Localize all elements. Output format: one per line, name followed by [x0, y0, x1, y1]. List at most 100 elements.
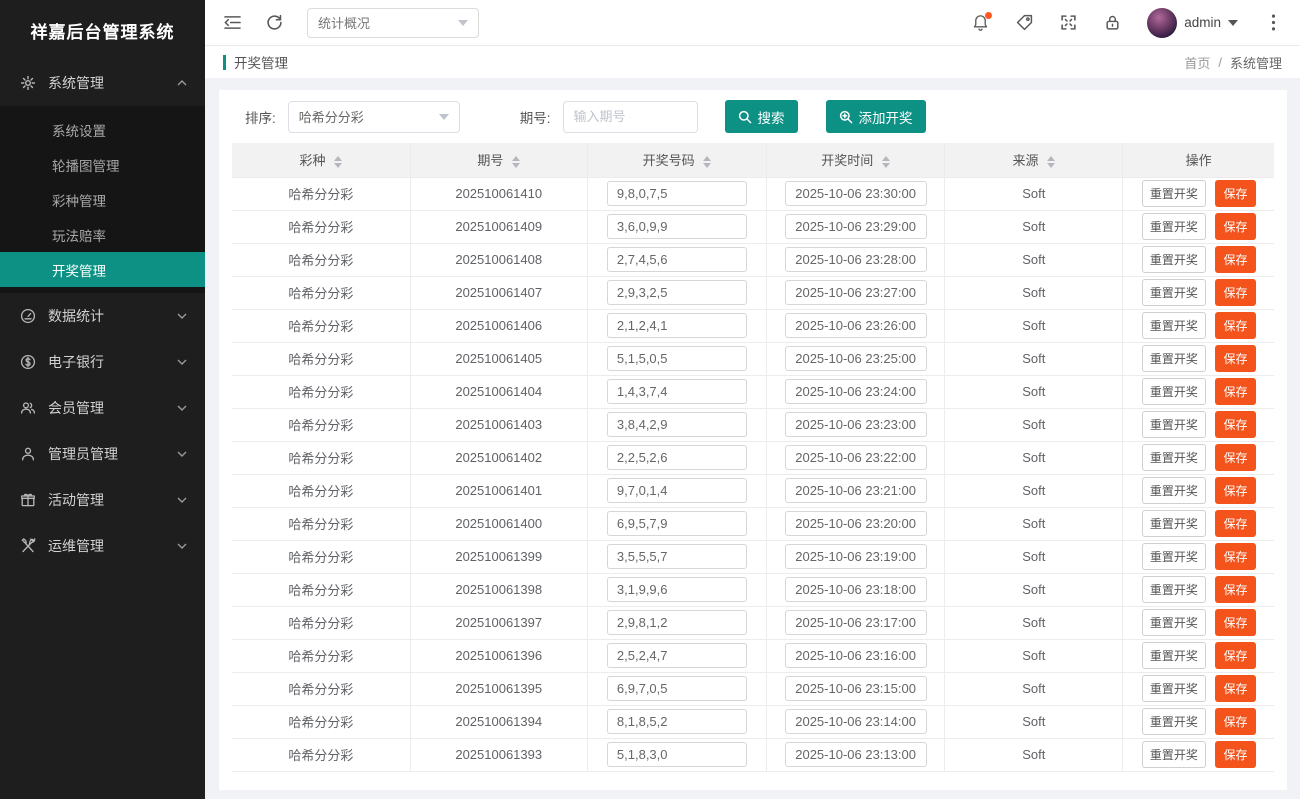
draw-numbers-input[interactable]	[607, 511, 747, 536]
draw-time-input[interactable]	[785, 676, 927, 701]
reset-draw-button[interactable]: 重置开奖	[1142, 741, 1206, 768]
draw-numbers-input[interactable]	[607, 577, 747, 602]
reset-draw-button[interactable]: 重置开奖	[1142, 411, 1206, 438]
draw-time-input[interactable]	[785, 478, 927, 503]
draw-numbers-input[interactable]	[607, 478, 747, 503]
avatar[interactable]	[1147, 8, 1177, 38]
draw-numbers-input[interactable]	[607, 742, 747, 767]
save-button[interactable]: 保存	[1215, 510, 1255, 537]
draw-numbers-input[interactable]	[607, 181, 747, 206]
sidebar-item-system-settings[interactable]: 系统设置	[0, 112, 205, 147]
more-vertical-icon[interactable]	[1264, 14, 1282, 32]
draw-time-input[interactable]	[785, 181, 927, 206]
reset-draw-button[interactable]: 重置开奖	[1142, 213, 1206, 240]
save-button[interactable]: 保存	[1215, 345, 1255, 372]
draw-numbers-input[interactable]	[607, 445, 747, 470]
draw-time-input[interactable]	[785, 214, 927, 239]
draw-numbers-input[interactable]	[607, 214, 747, 239]
draw-time-input[interactable]	[785, 544, 927, 569]
draw-numbers-input[interactable]	[607, 709, 747, 734]
draw-time-input[interactable]	[785, 247, 927, 272]
draw-time-input[interactable]	[785, 709, 927, 734]
sidebar-group-ebank[interactable]: 电子银行	[0, 339, 205, 385]
sidebar-group-ops[interactable]: 运维管理	[0, 523, 205, 569]
save-button[interactable]: 保存	[1215, 246, 1255, 273]
col-header-time[interactable]: 开奖时间	[767, 143, 945, 177]
lock-icon[interactable]	[1103, 14, 1121, 32]
bell-icon[interactable]	[971, 14, 989, 32]
breadcrumb-home[interactable]: 首页	[1184, 53, 1210, 72]
draw-numbers-input[interactable]	[607, 280, 747, 305]
fullscreen-icon[interactable]	[1059, 14, 1077, 32]
sidebar-group-system[interactable]: 系统管理	[0, 60, 205, 106]
save-button[interactable]: 保存	[1215, 378, 1255, 405]
reset-draw-button[interactable]: 重置开奖	[1142, 180, 1206, 207]
sidebar-group-members[interactable]: 会员管理	[0, 385, 205, 431]
sidebar-group-statistics[interactable]: 数据统计	[0, 293, 205, 339]
draw-time-input[interactable]	[785, 610, 927, 635]
search-button[interactable]: 搜索	[725, 100, 798, 133]
draw-time-input[interactable]	[785, 280, 927, 305]
reset-draw-button[interactable]: 重置开奖	[1142, 444, 1206, 471]
sidebar-group-activities[interactable]: 活动管理	[0, 477, 205, 523]
menu-fold-icon[interactable]	[223, 14, 241, 32]
col-header-lottery[interactable]: 彩种	[232, 143, 410, 177]
reset-draw-button[interactable]: 重置开奖	[1142, 246, 1206, 273]
col-header-source[interactable]: 来源	[945, 143, 1123, 177]
reset-draw-button[interactable]: 重置开奖	[1142, 708, 1206, 735]
draw-numbers-input[interactable]	[607, 412, 747, 437]
save-button[interactable]: 保存	[1215, 411, 1255, 438]
reset-draw-button[interactable]: 重置开奖	[1142, 543, 1206, 570]
refresh-icon[interactable]	[265, 14, 283, 32]
period-input[interactable]	[563, 101, 698, 133]
reset-draw-button[interactable]: 重置开奖	[1142, 510, 1206, 537]
save-button[interactable]: 保存	[1215, 741, 1255, 768]
draw-time-input[interactable]	[785, 577, 927, 602]
save-button[interactable]: 保存	[1215, 213, 1255, 240]
sidebar-group-admins[interactable]: 管理员管理	[0, 431, 205, 477]
save-button[interactable]: 保存	[1215, 444, 1255, 471]
reset-draw-button[interactable]: 重置开奖	[1142, 378, 1206, 405]
sidebar-item-carousel[interactable]: 轮播图管理	[0, 147, 205, 182]
col-header-period[interactable]: 期号	[410, 143, 587, 177]
draw-numbers-input[interactable]	[607, 643, 747, 668]
save-button[interactable]: 保存	[1215, 675, 1255, 702]
draw-time-input[interactable]	[785, 511, 927, 536]
draw-time-input[interactable]	[785, 742, 927, 767]
tag-icon[interactable]	[1015, 14, 1033, 32]
sidebar-item-odds[interactable]: 玩法赔率	[0, 217, 205, 252]
draw-time-input[interactable]	[785, 412, 927, 437]
draw-numbers-input[interactable]	[607, 610, 747, 635]
draw-time-input[interactable]	[785, 445, 927, 470]
draw-time-input[interactable]	[785, 313, 927, 338]
sort-select[interactable]: 哈希分分彩	[288, 101, 460, 133]
draw-numbers-input[interactable]	[607, 313, 747, 338]
reset-draw-button[interactable]: 重置开奖	[1142, 642, 1206, 669]
save-button[interactable]: 保存	[1215, 279, 1255, 306]
sidebar-item-draw-management[interactable]: 开奖管理	[0, 252, 205, 287]
reset-draw-button[interactable]: 重置开奖	[1142, 345, 1206, 372]
reset-draw-button[interactable]: 重置开奖	[1142, 279, 1206, 306]
save-button[interactable]: 保存	[1215, 477, 1255, 504]
save-button[interactable]: 保存	[1215, 180, 1255, 207]
user-menu[interactable]: admin	[1147, 8, 1238, 38]
add-draw-button[interactable]: 添加开奖	[826, 100, 926, 133]
save-button[interactable]: 保存	[1215, 609, 1255, 636]
save-button[interactable]: 保存	[1215, 708, 1255, 735]
reset-draw-button[interactable]: 重置开奖	[1142, 609, 1206, 636]
nav-select[interactable]: 统计概况	[307, 8, 479, 38]
save-button[interactable]: 保存	[1215, 312, 1255, 339]
draw-numbers-input[interactable]	[607, 676, 747, 701]
draw-numbers-input[interactable]	[607, 346, 747, 371]
reset-draw-button[interactable]: 重置开奖	[1142, 675, 1206, 702]
save-button[interactable]: 保存	[1215, 642, 1255, 669]
reset-draw-button[interactable]: 重置开奖	[1142, 477, 1206, 504]
draw-numbers-input[interactable]	[607, 544, 747, 569]
reset-draw-button[interactable]: 重置开奖	[1142, 312, 1206, 339]
draw-numbers-input[interactable]	[607, 247, 747, 272]
draw-time-input[interactable]	[785, 643, 927, 668]
draw-time-input[interactable]	[785, 379, 927, 404]
draw-time-input[interactable]	[785, 346, 927, 371]
sidebar-item-lottery-types[interactable]: 彩种管理	[0, 182, 205, 217]
col-header-numbers[interactable]: 开奖号码	[587, 143, 766, 177]
